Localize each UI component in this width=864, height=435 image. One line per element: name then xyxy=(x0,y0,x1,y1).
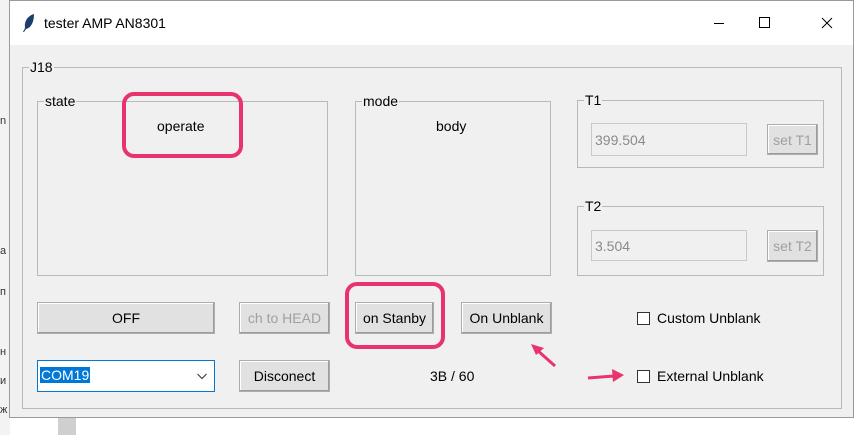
chevron-down-icon xyxy=(197,373,207,380)
j18-frame-label: J18 xyxy=(29,59,54,75)
minimize-button[interactable] xyxy=(696,1,742,45)
set-t1-button[interactable]: set T1 xyxy=(767,124,818,155)
mode-group: mode body xyxy=(355,93,551,276)
maximize-icon xyxy=(759,17,770,28)
external-unblank-label: External Unblank xyxy=(657,368,764,384)
close-window-button[interactable] xyxy=(804,1,850,45)
set-t2-button[interactable]: set T2 xyxy=(767,230,818,262)
com-port-value: COM19 xyxy=(40,367,91,383)
feather-icon xyxy=(23,14,34,32)
off-button[interactable]: OFF xyxy=(37,302,215,334)
t2-entry[interactable]: 3.504 xyxy=(591,230,747,261)
custom-unblank-label: Custom Unblank xyxy=(657,310,761,326)
app-window: tester AMP AN8301 J18 state operate mode… xyxy=(9,0,854,418)
arrow-to-unblank-icon xyxy=(531,344,556,368)
t1-entry[interactable]: 399.504 xyxy=(591,123,747,156)
state-group-label: state xyxy=(44,93,77,109)
background-scroll-element xyxy=(58,418,76,435)
disconnect-button[interactable]: Disconect xyxy=(239,360,330,392)
counter-label: 3B / 60 xyxy=(430,368,475,384)
title-bar: tester AMP AN8301 xyxy=(10,1,853,45)
close-icon xyxy=(821,17,833,29)
mode-value: body xyxy=(436,118,467,134)
maximize-button[interactable] xyxy=(742,1,788,45)
ch-to-head-button[interactable]: ch to HEAD xyxy=(239,302,330,334)
highlight-state-value xyxy=(122,92,243,158)
custom-unblank-checkbox[interactable] xyxy=(637,312,650,325)
t1-group-label: T1 xyxy=(584,92,603,108)
com-port-select[interactable]: COM19 xyxy=(37,360,215,392)
minimize-icon xyxy=(714,23,724,24)
on-unblank-button[interactable]: On Unblank xyxy=(461,302,552,334)
mode-group-label: mode xyxy=(362,93,400,109)
arrow-to-external-unblank-icon xyxy=(587,369,624,382)
t2-group-label: T2 xyxy=(584,198,603,214)
highlight-on-stanby-button xyxy=(345,282,445,349)
window-title: tester AMP AN8301 xyxy=(44,15,166,31)
external-unblank-checkbox[interactable] xyxy=(637,370,650,383)
